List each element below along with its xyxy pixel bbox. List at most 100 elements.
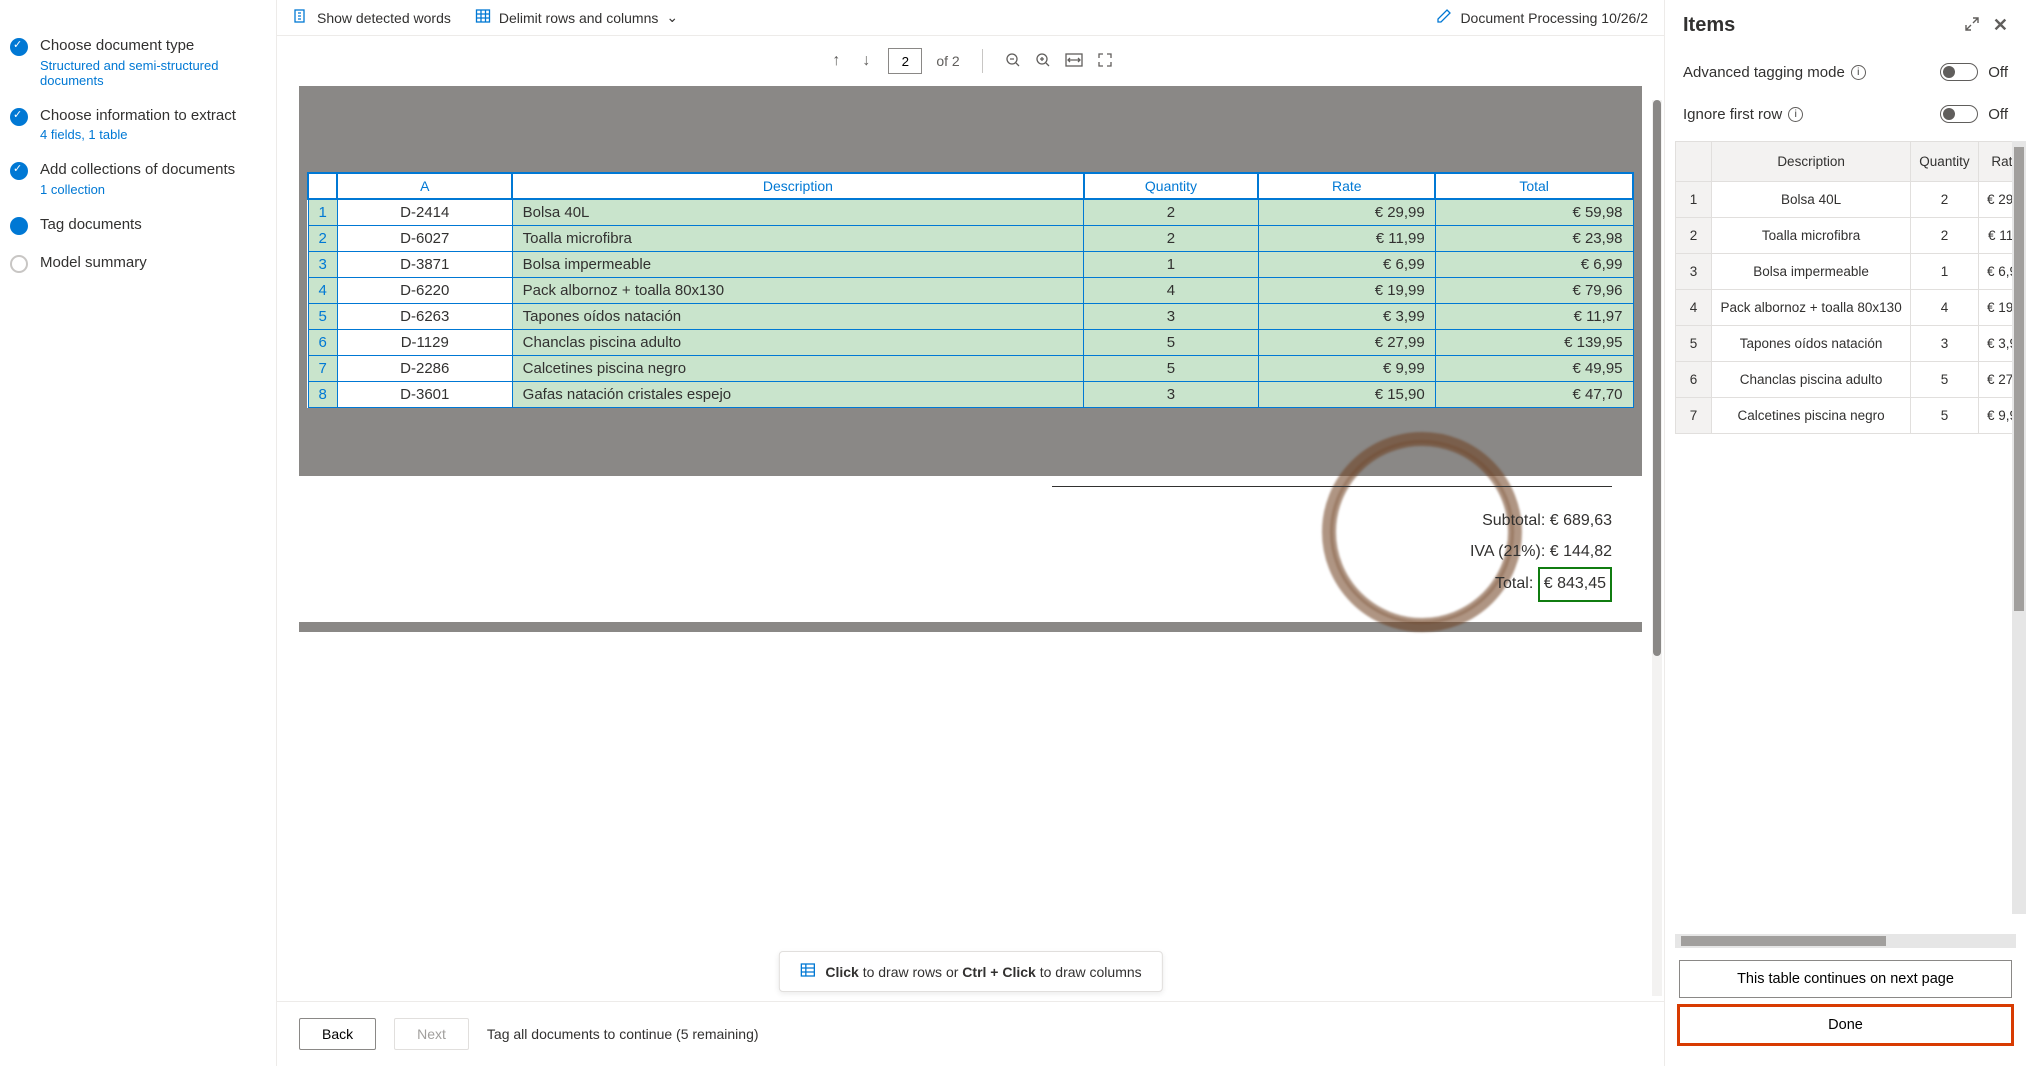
cell-description[interactable]: Tapones oídos natación bbox=[512, 304, 1083, 330]
cell-quantity[interactable]: 2 bbox=[1084, 199, 1259, 226]
cell-rate[interactable]: € 27,99 bbox=[1258, 330, 1435, 356]
row-number[interactable]: 8 bbox=[308, 382, 337, 408]
step-add-collections[interactable]: Add collections of documents 1 collectio… bbox=[10, 160, 260, 197]
cell-code[interactable]: D-6220 bbox=[337, 278, 512, 304]
cell-quantity[interactable]: 4 bbox=[1911, 290, 1979, 326]
document-canvas[interactable]: A Description Quantity Rate Total 1D-241… bbox=[277, 86, 1664, 1001]
rp-col-description[interactable]: Description bbox=[1712, 142, 1911, 182]
table-row[interactable]: 4Pack albornoz + toalla 80x1304€ 19, bbox=[1676, 290, 2026, 326]
cell-description[interactable]: Gafas natación cristales espejo bbox=[512, 382, 1083, 408]
cell-rate[interactable]: € 11,99 bbox=[1258, 226, 1435, 252]
row-number[interactable]: 3 bbox=[308, 252, 337, 278]
tagged-table-region[interactable]: A Description Quantity Rate Total 1D-241… bbox=[299, 164, 1642, 416]
advanced-tagging-toggle[interactable] bbox=[1940, 63, 1978, 81]
cell-total[interactable]: € 11,97 bbox=[1435, 304, 1633, 330]
info-icon[interactable]: i bbox=[1788, 107, 1803, 122]
col-header-quantity[interactable]: Quantity bbox=[1084, 173, 1259, 199]
cell-rate[interactable]: € 29,99 bbox=[1258, 199, 1435, 226]
cell-description[interactable]: Bolsa 40L bbox=[1712, 182, 1911, 218]
cell-quantity[interactable]: 3 bbox=[1084, 304, 1259, 330]
cell-description[interactable]: Chanclas piscina adulto bbox=[512, 330, 1083, 356]
cell-quantity[interactable]: 5 bbox=[1084, 330, 1259, 356]
step-information-extract[interactable]: Choose information to extract 4 fields, … bbox=[10, 106, 260, 143]
cell-quantity[interactable]: 3 bbox=[1911, 326, 1979, 362]
row-number[interactable]: 7 bbox=[308, 356, 337, 382]
row-number[interactable]: 2 bbox=[308, 226, 337, 252]
cell-description[interactable]: Chanclas piscina adulto bbox=[1712, 362, 1911, 398]
cell-total[interactable]: € 49,95 bbox=[1435, 356, 1633, 382]
panel-vertical-scrollbar[interactable] bbox=[2012, 141, 2026, 914]
zoom-in-button[interactable] bbox=[1035, 52, 1051, 71]
table-row[interactable]: 3Bolsa impermeable1€ 6,9 bbox=[1676, 254, 2026, 290]
table-row[interactable]: 1Bolsa 40L2€ 29, bbox=[1676, 182, 2026, 218]
cell-rate[interactable]: € 9,99 bbox=[1258, 356, 1435, 382]
vertical-scrollbar[interactable] bbox=[1652, 100, 1662, 996]
cell-description[interactable]: Bolsa impermeable bbox=[512, 252, 1083, 278]
table-row[interactable]: 3D-3871Bolsa impermeable1€ 6,99€ 6,99 bbox=[308, 252, 1633, 278]
step-model-summary[interactable]: Model summary bbox=[10, 253, 260, 273]
row-number[interactable]: 6 bbox=[308, 330, 337, 356]
expand-icon[interactable] bbox=[1965, 17, 1979, 35]
cell-rate[interactable]: € 19,99 bbox=[1258, 278, 1435, 304]
cell-code[interactable]: D-6027 bbox=[337, 226, 512, 252]
table-row[interactable]: 8D-3601Gafas natación cristales espejo3€… bbox=[308, 382, 1633, 408]
cell-quantity[interactable]: 1 bbox=[1911, 254, 1979, 290]
cell-quantity[interactable]: 5 bbox=[1084, 356, 1259, 382]
cell-quantity[interactable]: 1 bbox=[1084, 252, 1259, 278]
cell-description[interactable]: Calcetines piscina negro bbox=[512, 356, 1083, 382]
table-row[interactable]: 1D-2414Bolsa 40L2€ 29,99€ 59,98 bbox=[308, 199, 1633, 226]
cell-quantity[interactable]: 2 bbox=[1911, 218, 1979, 254]
delimit-rows-columns-button[interactable]: Delimit rows and columns ⌄ bbox=[475, 8, 678, 27]
table-row[interactable]: 2D-6027Toalla microfibra2€ 11,99€ 23,98 bbox=[308, 226, 1633, 252]
table-row[interactable]: 4D-6220Pack albornoz + toalla 80x1304€ 1… bbox=[308, 278, 1633, 304]
info-icon[interactable]: i bbox=[1851, 65, 1866, 80]
document-name-button[interactable]: Document Processing 10/26/2 bbox=[1436, 8, 1648, 27]
step-document-type[interactable]: Choose document type Structured and semi… bbox=[10, 36, 260, 88]
cell-quantity[interactable]: 5 bbox=[1911, 362, 1979, 398]
col-header-rate[interactable]: Rate bbox=[1258, 173, 1435, 199]
row-number[interactable]: 1 bbox=[308, 199, 337, 226]
page-down-button[interactable]: ↓ bbox=[858, 48, 874, 74]
panel-horizontal-scrollbar[interactable] bbox=[1675, 934, 2016, 948]
cell-total[interactable]: € 79,96 bbox=[1435, 278, 1633, 304]
table-row[interactable]: 2Toalla microfibra2€ 11, bbox=[1676, 218, 2026, 254]
cell-code[interactable]: D-2414 bbox=[337, 199, 512, 226]
show-detected-words-button[interactable]: Show detected words bbox=[293, 8, 451, 27]
cell-description[interactable]: Toalla microfibra bbox=[1712, 218, 1911, 254]
col-header-description[interactable]: Description bbox=[512, 173, 1083, 199]
cell-quantity[interactable]: 2 bbox=[1911, 182, 1979, 218]
cell-code[interactable]: D-3871 bbox=[337, 252, 512, 278]
close-icon[interactable]: ✕ bbox=[1993, 15, 2008, 36]
row-number[interactable]: 4 bbox=[308, 278, 337, 304]
cell-description[interactable]: Tapones oídos natación bbox=[1712, 326, 1911, 362]
fit-page-button[interactable] bbox=[1097, 52, 1113, 71]
col-header-total[interactable]: Total bbox=[1435, 173, 1633, 199]
page-number-input[interactable] bbox=[888, 48, 922, 74]
cell-quantity[interactable]: 2 bbox=[1084, 226, 1259, 252]
cell-quantity[interactable]: 4 bbox=[1084, 278, 1259, 304]
cell-description[interactable]: Toalla microfibra bbox=[512, 226, 1083, 252]
cell-quantity[interactable]: 3 bbox=[1084, 382, 1259, 408]
row-number[interactable]: 5 bbox=[308, 304, 337, 330]
table-row[interactable]: 7Calcetines piscina negro5€ 9,9 bbox=[1676, 398, 2026, 434]
table-row[interactable]: 5D-6263Tapones oídos natación3€ 3,99€ 11… bbox=[308, 304, 1633, 330]
cell-code[interactable]: D-6263 bbox=[337, 304, 512, 330]
rp-col-quantity[interactable]: Quantity bbox=[1911, 142, 1979, 182]
cell-description[interactable]: Pack albornoz + toalla 80x130 bbox=[512, 278, 1083, 304]
col-header-a[interactable]: A bbox=[337, 173, 512, 199]
done-button[interactable]: Done bbox=[1679, 1006, 2012, 1044]
table-row[interactable]: 5Tapones oídos natación3€ 3,9 bbox=[1676, 326, 2026, 362]
zoom-out-button[interactable] bbox=[1005, 52, 1021, 71]
cell-quantity[interactable]: 5 bbox=[1911, 398, 1979, 434]
cell-rate[interactable]: € 6,99 bbox=[1258, 252, 1435, 278]
cell-code[interactable]: D-2286 bbox=[337, 356, 512, 382]
document-table[interactable]: A Description Quantity Rate Total 1D-241… bbox=[307, 172, 1634, 408]
table-row[interactable]: 6Chanclas piscina adulto5€ 27, bbox=[1676, 362, 2026, 398]
continues-next-page-button[interactable]: This table continues on next page bbox=[1679, 960, 2012, 998]
table-row[interactable]: 6D-1129Chanclas piscina adulto5€ 27,99€ … bbox=[308, 330, 1633, 356]
cell-total[interactable]: € 59,98 bbox=[1435, 199, 1633, 226]
cell-total[interactable]: € 23,98 bbox=[1435, 226, 1633, 252]
table-row[interactable]: 7D-2286Calcetines piscina negro5€ 9,99€ … bbox=[308, 356, 1633, 382]
cell-total[interactable]: € 139,95 bbox=[1435, 330, 1633, 356]
ignore-first-row-toggle[interactable] bbox=[1940, 105, 1978, 123]
